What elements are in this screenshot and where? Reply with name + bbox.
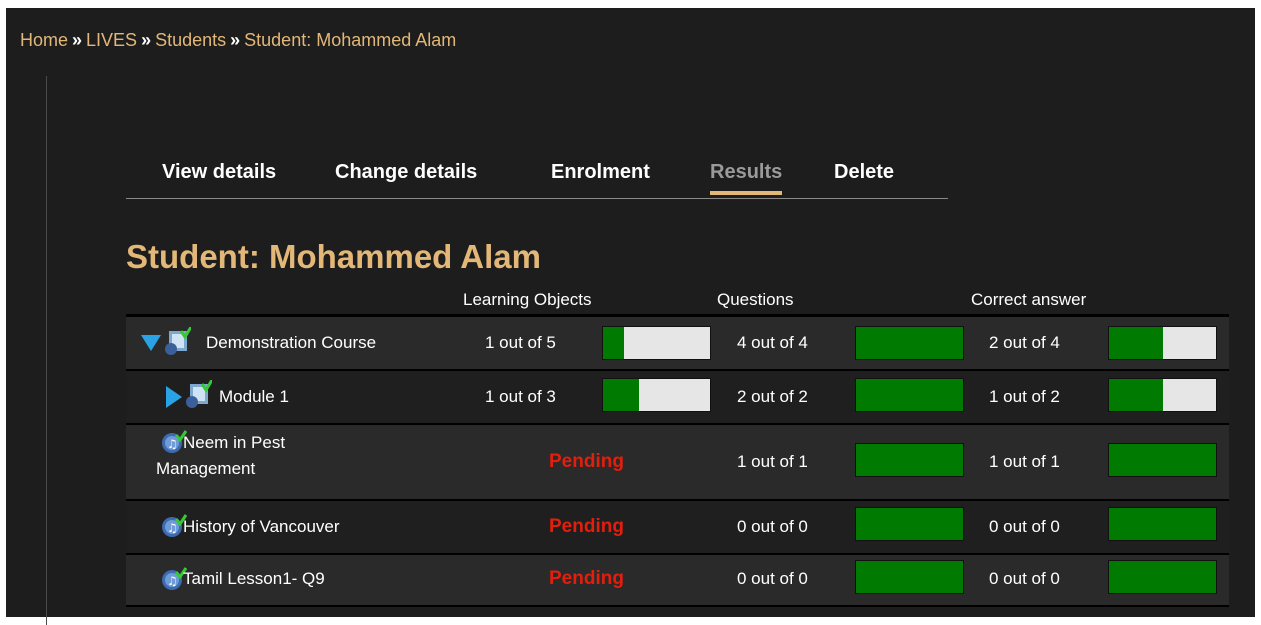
row-name: History of Vancouver bbox=[183, 517, 340, 536]
questions-count: 4 out of 4 bbox=[737, 333, 808, 352]
collapsed-triangle-icon[interactable] bbox=[165, 385, 183, 409]
tab-label: Enrolment bbox=[551, 161, 650, 183]
tab-delete[interactable]: Delete bbox=[834, 161, 894, 184]
questions-count: 1 out of 1 bbox=[737, 452, 808, 471]
correct-answer-progress-bar bbox=[1108, 507, 1217, 541]
progress-fill bbox=[1109, 561, 1216, 593]
pending-status: Pending bbox=[549, 516, 624, 537]
module-package-icon bbox=[184, 380, 212, 410]
learning-objects-count: 1 out of 5 bbox=[485, 333, 556, 352]
correct-answer-progress-bar bbox=[1108, 378, 1217, 412]
correct-answer-progress-bar bbox=[1108, 326, 1217, 360]
progress-fill bbox=[856, 379, 963, 411]
correct-answer-progress-bar bbox=[1108, 560, 1217, 594]
svg-text:♫: ♫ bbox=[167, 521, 178, 535]
row-name: Demonstration Course bbox=[206, 333, 377, 352]
progress-fill bbox=[1109, 444, 1216, 476]
questions-progress-bar bbox=[855, 443, 964, 477]
correct-answer-progress-bar bbox=[1108, 443, 1217, 477]
tab-bar: View details Change details Enrolment Re… bbox=[126, 153, 948, 199]
breadcrumb-home-link[interactable]: Home bbox=[20, 30, 68, 50]
progress-fill bbox=[603, 327, 625, 359]
learning-objects-progress-bar bbox=[602, 378, 711, 412]
correct-answer-count: 0 out of 0 bbox=[989, 569, 1060, 588]
learning-objects-progress-bar bbox=[602, 326, 711, 360]
questions-count: 0 out of 0 bbox=[737, 517, 808, 536]
tab-label: Results bbox=[710, 161, 783, 183]
questions-count: 0 out of 0 bbox=[737, 569, 808, 588]
page-title: Student: Mohammed Alam bbox=[126, 238, 541, 275]
table-row: Module 1 1 out of 3 2 out of 2 1 out of … bbox=[126, 371, 1229, 425]
questions-count: 2 out of 2 bbox=[737, 387, 808, 406]
breadcrumb-current-link[interactable]: Student: Mohammed Alam bbox=[244, 30, 456, 50]
table-row: ♫ Tamil Lesson1- Q9 Pending 0 out of 0 0… bbox=[126, 555, 1229, 607]
correct-answer-count: 2 out of 4 bbox=[989, 333, 1060, 352]
progress-fill bbox=[856, 561, 963, 593]
course-package-icon bbox=[163, 327, 191, 357]
breadcrumb-separator: » bbox=[141, 30, 152, 50]
table-row: Demonstration Course 1 out of 5 4 out of… bbox=[126, 317, 1229, 371]
questions-progress-bar bbox=[855, 326, 964, 360]
tab-change-details[interactable]: Change details bbox=[335, 161, 477, 184]
pending-status: Pending bbox=[549, 568, 624, 589]
row-name: Tamil Lesson1- Q9 bbox=[183, 569, 325, 588]
svg-text:♫: ♫ bbox=[167, 574, 178, 588]
questions-progress-bar bbox=[855, 560, 964, 594]
breadcrumb-students-link[interactable]: Students bbox=[155, 30, 226, 50]
breadcrumb-separator: » bbox=[72, 30, 83, 50]
correct-answer-count: 1 out of 2 bbox=[989, 387, 1060, 406]
tab-label: View details bbox=[162, 161, 277, 183]
tab-view-details[interactable]: View details bbox=[162, 161, 276, 184]
questions-progress-bar bbox=[855, 507, 964, 541]
pending-status: Pending bbox=[549, 451, 624, 472]
page-frame: Home» LIVES» Students» Student: Mohammed Al… bbox=[6, 8, 1255, 625]
questions-progress-bar bbox=[855, 378, 964, 412]
tab-label: Change details bbox=[335, 161, 478, 183]
correct-answer-count: 1 out of 1 bbox=[989, 452, 1060, 471]
tab-enrolment[interactable]: Enrolment bbox=[551, 161, 650, 184]
tab-results[interactable]: Results bbox=[710, 161, 783, 195]
table-row: ♫ Neem in Pest Management Pending 1 out … bbox=[126, 425, 1229, 501]
progress-fill bbox=[1109, 327, 1163, 359]
column-header-correct-answer: Correct answer bbox=[971, 290, 1087, 309]
progress-fill bbox=[1109, 508, 1216, 540]
column-header-learning-objects: Learning Objects bbox=[463, 290, 592, 309]
row-name: Module 1 bbox=[219, 387, 289, 406]
progress-fill bbox=[856, 327, 963, 359]
progress-fill bbox=[856, 444, 963, 476]
correct-answer-count: 0 out of 0 bbox=[989, 517, 1060, 536]
progress-fill bbox=[603, 379, 639, 411]
progress-fill bbox=[1109, 379, 1163, 411]
breadcrumb-separator: » bbox=[230, 30, 241, 50]
breadcrumb: Home» LIVES» Students» Student: Mohammed Al… bbox=[20, 30, 456, 51]
content-divider bbox=[46, 76, 47, 625]
table-row: ♫ History of Vancouver Pending 0 out of … bbox=[126, 501, 1229, 555]
expanded-triangle-icon[interactable] bbox=[140, 334, 162, 352]
learning-objects-count: 1 out of 3 bbox=[485, 387, 556, 406]
progress-fill bbox=[856, 508, 963, 540]
column-header-questions: Questions bbox=[717, 290, 794, 309]
active-tab-indicator bbox=[710, 191, 783, 195]
breadcrumb-lives-link[interactable]: LIVES bbox=[86, 30, 137, 50]
tab-label: Delete bbox=[834, 161, 895, 183]
row-name: Neem in Pest Management bbox=[156, 433, 286, 478]
